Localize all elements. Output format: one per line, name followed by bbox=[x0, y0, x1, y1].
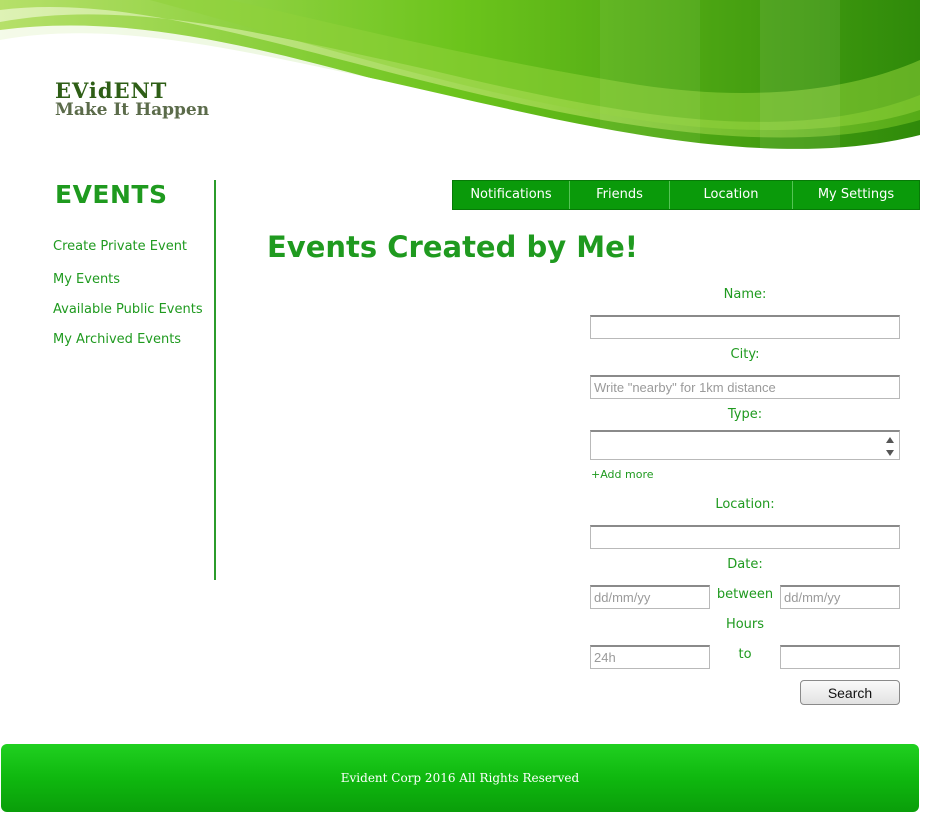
sidebar-item-available-public-events[interactable]: Available Public Events bbox=[53, 302, 203, 317]
nav-notifications[interactable]: Notifications bbox=[453, 181, 570, 209]
search-button[interactable]: Search bbox=[800, 680, 900, 705]
date-to-input[interactable] bbox=[780, 585, 900, 609]
nav-location[interactable]: Location bbox=[670, 181, 793, 209]
footer-copyright: Evident Corp 2016 All Rights Reserved bbox=[340, 771, 580, 785]
type-select[interactable] bbox=[590, 430, 900, 460]
sidebar-item-my-events[interactable]: My Events bbox=[53, 272, 120, 287]
hours-label: Hours bbox=[725, 617, 765, 632]
type-label: Type: bbox=[727, 407, 763, 422]
spinner-up-icon[interactable] bbox=[886, 436, 894, 443]
spinner-down-icon[interactable] bbox=[886, 449, 894, 456]
header-banner: EVidENT Make It Happen bbox=[0, 0, 920, 170]
name-label: Name: bbox=[723, 287, 767, 302]
name-input[interactable] bbox=[590, 315, 900, 339]
city-input[interactable] bbox=[590, 375, 900, 399]
hours-from-input[interactable] bbox=[590, 645, 710, 669]
location-input[interactable] bbox=[590, 525, 900, 549]
hours-to-label: to bbox=[738, 647, 752, 662]
nav-friends[interactable]: Friends bbox=[570, 181, 670, 209]
location-label: Location: bbox=[715, 497, 775, 512]
date-label: Date: bbox=[727, 557, 763, 572]
page-title: Events Created by Me! bbox=[267, 230, 638, 264]
date-between-label: between bbox=[716, 587, 774, 602]
hours-to-input[interactable] bbox=[780, 645, 900, 669]
nav-my-settings[interactable]: My Settings bbox=[793, 181, 919, 209]
brand-tagline: Make It Happen bbox=[55, 100, 210, 120]
add-more-link[interactable]: +Add more bbox=[591, 468, 654, 481]
sidebar-heading: EVENTS bbox=[55, 180, 168, 209]
city-label: City: bbox=[730, 347, 760, 362]
date-from-input[interactable] bbox=[590, 585, 710, 609]
sidebar-item-my-archived-events[interactable]: My Archived Events bbox=[53, 332, 181, 347]
sidebar-divider bbox=[214, 180, 216, 580]
top-nav: Notifications Friends Location My Settin… bbox=[452, 180, 920, 210]
footer: Evident Corp 2016 All Rights Reserved bbox=[1, 744, 919, 812]
sidebar-item-create-private-event[interactable]: Create Private Event bbox=[53, 239, 187, 254]
type-spinner[interactable] bbox=[882, 433, 898, 459]
